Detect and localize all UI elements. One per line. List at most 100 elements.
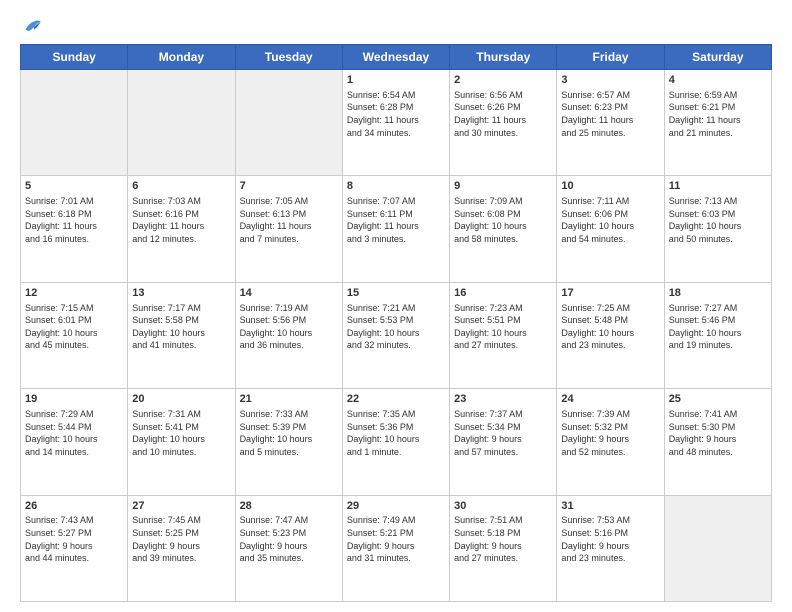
day-number: 30: [454, 499, 552, 514]
day-header-wednesday: Wednesday: [342, 45, 449, 70]
calendar-body: 1Sunrise: 6:54 AM Sunset: 6:28 PM Daylig…: [21, 70, 772, 602]
calendar-cell: 10Sunrise: 7:11 AM Sunset: 6:06 PM Dayli…: [557, 176, 664, 282]
calendar-cell: [664, 495, 771, 601]
day-info: Sunrise: 7:39 AM Sunset: 5:32 PM Dayligh…: [561, 408, 659, 458]
day-info: Sunrise: 7:19 AM Sunset: 5:56 PM Dayligh…: [240, 302, 338, 352]
day-number: 3: [561, 73, 659, 88]
day-info: Sunrise: 7:15 AM Sunset: 6:01 PM Dayligh…: [25, 302, 123, 352]
page: SundayMondayTuesdayWednesdayThursdayFrid…: [0, 0, 792, 612]
day-number: 31: [561, 499, 659, 514]
day-number: 2: [454, 73, 552, 88]
day-number: 15: [347, 286, 445, 301]
day-info: Sunrise: 7:51 AM Sunset: 5:18 PM Dayligh…: [454, 514, 552, 564]
day-info: Sunrise: 6:56 AM Sunset: 6:26 PM Dayligh…: [454, 89, 552, 139]
calendar-cell: [21, 70, 128, 176]
calendar-cell: 21Sunrise: 7:33 AM Sunset: 5:39 PM Dayli…: [235, 389, 342, 495]
calendar-cell: 16Sunrise: 7:23 AM Sunset: 5:51 PM Dayli…: [450, 282, 557, 388]
day-info: Sunrise: 7:35 AM Sunset: 5:36 PM Dayligh…: [347, 408, 445, 458]
day-info: Sunrise: 7:27 AM Sunset: 5:46 PM Dayligh…: [669, 302, 767, 352]
day-info: Sunrise: 7:37 AM Sunset: 5:34 PM Dayligh…: [454, 408, 552, 458]
day-number: 6: [132, 179, 230, 194]
day-number: 7: [240, 179, 338, 194]
day-number: 8: [347, 179, 445, 194]
calendar-cell: 25Sunrise: 7:41 AM Sunset: 5:30 PM Dayli…: [664, 389, 771, 495]
day-header-sunday: Sunday: [21, 45, 128, 70]
day-info: Sunrise: 7:17 AM Sunset: 5:58 PM Dayligh…: [132, 302, 230, 352]
day-header-thursday: Thursday: [450, 45, 557, 70]
day-number: 22: [347, 392, 445, 407]
calendar-cell: 26Sunrise: 7:43 AM Sunset: 5:27 PM Dayli…: [21, 495, 128, 601]
calendar-cell: 19Sunrise: 7:29 AM Sunset: 5:44 PM Dayli…: [21, 389, 128, 495]
calendar-cell: 15Sunrise: 7:21 AM Sunset: 5:53 PM Dayli…: [342, 282, 449, 388]
day-number: 12: [25, 286, 123, 301]
day-number: 27: [132, 499, 230, 514]
calendar-cell: [235, 70, 342, 176]
day-info: Sunrise: 7:53 AM Sunset: 5:16 PM Dayligh…: [561, 514, 659, 564]
day-number: 19: [25, 392, 123, 407]
day-header-monday: Monday: [128, 45, 235, 70]
calendar-cell: 1Sunrise: 6:54 AM Sunset: 6:28 PM Daylig…: [342, 70, 449, 176]
day-number: 23: [454, 392, 552, 407]
day-info: Sunrise: 7:25 AM Sunset: 5:48 PM Dayligh…: [561, 302, 659, 352]
calendar-week-3: 12Sunrise: 7:15 AM Sunset: 6:01 PM Dayli…: [21, 282, 772, 388]
day-info: Sunrise: 7:21 AM Sunset: 5:53 PM Dayligh…: [347, 302, 445, 352]
day-info: Sunrise: 7:29 AM Sunset: 5:44 PM Dayligh…: [25, 408, 123, 458]
calendar-cell: 18Sunrise: 7:27 AM Sunset: 5:46 PM Dayli…: [664, 282, 771, 388]
day-number: 14: [240, 286, 338, 301]
calendar-cell: 30Sunrise: 7:51 AM Sunset: 5:18 PM Dayli…: [450, 495, 557, 601]
day-number: 29: [347, 499, 445, 514]
day-info: Sunrise: 7:45 AM Sunset: 5:25 PM Dayligh…: [132, 514, 230, 564]
calendar-cell: 3Sunrise: 6:57 AM Sunset: 6:23 PM Daylig…: [557, 70, 664, 176]
calendar-cell: 2Sunrise: 6:56 AM Sunset: 6:26 PM Daylig…: [450, 70, 557, 176]
day-number: 25: [669, 392, 767, 407]
calendar-cell: 13Sunrise: 7:17 AM Sunset: 5:58 PM Dayli…: [128, 282, 235, 388]
calendar-cell: 24Sunrise: 7:39 AM Sunset: 5:32 PM Dayli…: [557, 389, 664, 495]
day-header-tuesday: Tuesday: [235, 45, 342, 70]
calendar-cell: 4Sunrise: 6:59 AM Sunset: 6:21 PM Daylig…: [664, 70, 771, 176]
day-info: Sunrise: 7:11 AM Sunset: 6:06 PM Dayligh…: [561, 195, 659, 245]
day-info: Sunrise: 7:31 AM Sunset: 5:41 PM Dayligh…: [132, 408, 230, 458]
day-info: Sunrise: 7:47 AM Sunset: 5:23 PM Dayligh…: [240, 514, 338, 564]
calendar-cell: 29Sunrise: 7:49 AM Sunset: 5:21 PM Dayli…: [342, 495, 449, 601]
day-info: Sunrise: 7:43 AM Sunset: 5:27 PM Dayligh…: [25, 514, 123, 564]
calendar-header-row: SundayMondayTuesdayWednesdayThursdayFrid…: [21, 45, 772, 70]
logo: [20, 16, 42, 36]
day-number: 4: [669, 73, 767, 88]
day-number: 16: [454, 286, 552, 301]
calendar-week-5: 26Sunrise: 7:43 AM Sunset: 5:27 PM Dayli…: [21, 495, 772, 601]
day-info: Sunrise: 7:49 AM Sunset: 5:21 PM Dayligh…: [347, 514, 445, 564]
day-number: 9: [454, 179, 552, 194]
day-number: 17: [561, 286, 659, 301]
day-number: 26: [25, 499, 123, 514]
calendar-cell: 5Sunrise: 7:01 AM Sunset: 6:18 PM Daylig…: [21, 176, 128, 282]
day-number: 10: [561, 179, 659, 194]
day-number: 13: [132, 286, 230, 301]
calendar-cell: 20Sunrise: 7:31 AM Sunset: 5:41 PM Dayli…: [128, 389, 235, 495]
day-info: Sunrise: 6:54 AM Sunset: 6:28 PM Dayligh…: [347, 89, 445, 139]
calendar-cell: 9Sunrise: 7:09 AM Sunset: 6:08 PM Daylig…: [450, 176, 557, 282]
day-info: Sunrise: 7:01 AM Sunset: 6:18 PM Dayligh…: [25, 195, 123, 245]
calendar-cell: 31Sunrise: 7:53 AM Sunset: 5:16 PM Dayli…: [557, 495, 664, 601]
calendar-cell: [128, 70, 235, 176]
day-number: 11: [669, 179, 767, 194]
calendar-cell: 17Sunrise: 7:25 AM Sunset: 5:48 PM Dayli…: [557, 282, 664, 388]
day-info: Sunrise: 7:13 AM Sunset: 6:03 PM Dayligh…: [669, 195, 767, 245]
calendar-cell: 27Sunrise: 7:45 AM Sunset: 5:25 PM Dayli…: [128, 495, 235, 601]
calendar-cell: 11Sunrise: 7:13 AM Sunset: 6:03 PM Dayli…: [664, 176, 771, 282]
day-number: 21: [240, 392, 338, 407]
day-info: Sunrise: 7:33 AM Sunset: 5:39 PM Dayligh…: [240, 408, 338, 458]
day-info: Sunrise: 7:03 AM Sunset: 6:16 PM Dayligh…: [132, 195, 230, 245]
day-header-friday: Friday: [557, 45, 664, 70]
header: [20, 16, 772, 36]
day-info: Sunrise: 7:07 AM Sunset: 6:11 PM Dayligh…: [347, 195, 445, 245]
calendar: SundayMondayTuesdayWednesdayThursdayFrid…: [20, 44, 772, 602]
calendar-cell: 12Sunrise: 7:15 AM Sunset: 6:01 PM Dayli…: [21, 282, 128, 388]
calendar-cell: 7Sunrise: 7:05 AM Sunset: 6:13 PM Daylig…: [235, 176, 342, 282]
logo-bird-icon: [22, 16, 42, 36]
day-info: Sunrise: 7:41 AM Sunset: 5:30 PM Dayligh…: [669, 408, 767, 458]
day-info: Sunrise: 7:05 AM Sunset: 6:13 PM Dayligh…: [240, 195, 338, 245]
calendar-cell: 6Sunrise: 7:03 AM Sunset: 6:16 PM Daylig…: [128, 176, 235, 282]
calendar-cell: 8Sunrise: 7:07 AM Sunset: 6:11 PM Daylig…: [342, 176, 449, 282]
calendar-week-1: 1Sunrise: 6:54 AM Sunset: 6:28 PM Daylig…: [21, 70, 772, 176]
day-number: 28: [240, 499, 338, 514]
